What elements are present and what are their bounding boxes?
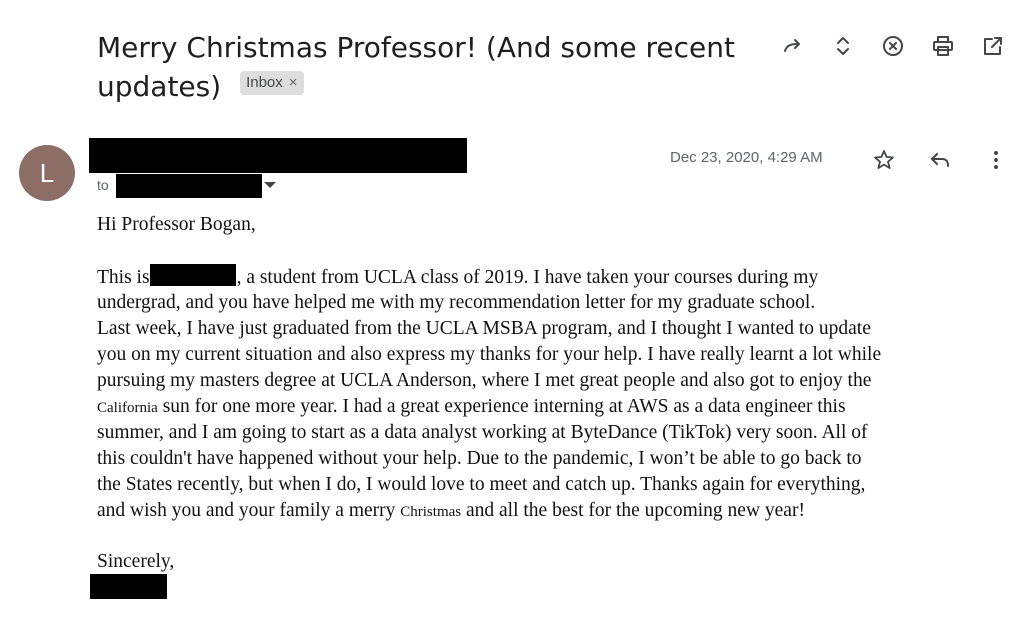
- reply-icon[interactable]: [927, 147, 953, 173]
- body-text-fragment-small: California: [97, 400, 158, 416]
- body-line: you on my current situation and also exp…: [97, 344, 882, 365]
- star-icon[interactable]: [871, 147, 897, 173]
- close-circle-icon[interactable]: [880, 33, 906, 59]
- print-icon[interactable]: [930, 33, 956, 59]
- body-line: undergrad, and you have helped me with m…: [97, 292, 816, 313]
- inbox-label-chip[interactable]: Inbox ×: [240, 71, 304, 95]
- body-text-fragment: and wish you and your family a merry: [97, 500, 401, 521]
- expand-icon[interactable]: [830, 33, 856, 59]
- email-body: This is , a student from UCLA class of 20…: [97, 264, 1007, 524]
- message-actions: [871, 147, 1009, 173]
- thread-toolbar: [780, 33, 1006, 59]
- forward-icon[interactable]: [780, 33, 806, 59]
- body-text-fragment: This is: [97, 267, 150, 288]
- body-line: and wish you and your family a merry Chr…: [97, 498, 1007, 524]
- body-text-fragment: , a student from UCLA class of 2019. I h…: [236, 267, 819, 288]
- recipient-redacted: [116, 174, 262, 198]
- body-line: pursuing my masters degree at UCLA Ander…: [97, 370, 872, 391]
- email-date: Dec 23, 2020, 4:29 AM: [670, 149, 823, 166]
- more-vert-icon[interactable]: [983, 147, 1009, 173]
- remove-label-icon[interactable]: ×: [289, 74, 298, 91]
- body-line: this couldn't have happened without your…: [97, 448, 862, 469]
- sender-name-redacted: [89, 138, 467, 173]
- body-text-fragment: sun for one more year. I had a great exp…: [157, 396, 846, 417]
- sender-avatar[interactable]: L: [19, 145, 75, 201]
- body-line: the States recently, but when I do, I wo…: [97, 474, 866, 495]
- open-new-window-icon[interactable]: [980, 33, 1006, 59]
- body-text-fragment-small: Christmas: [400, 504, 462, 520]
- show-details-icon[interactable]: [264, 182, 276, 188]
- body-line: summer, and I am going to start as a dat…: [97, 422, 868, 443]
- body-line: This is , a student from UCLA class of 20…: [97, 264, 1007, 290]
- subject-text: Merry Christmas Professor! (And some rec…: [97, 31, 735, 103]
- signature-redacted: [90, 574, 167, 599]
- email-subject: Merry Christmas Professor! (And some rec…: [97, 28, 747, 106]
- email-greeting: Hi Professor Bogan,: [97, 214, 256, 235]
- student-name-redacted: [149, 264, 236, 286]
- recipient-label: to: [97, 177, 109, 193]
- body-line: Last week, I have just graduated from th…: [97, 318, 871, 339]
- body-line: California sun for one more year. I had …: [97, 394, 1007, 420]
- inbox-label-text: Inbox: [246, 74, 283, 91]
- email-signoff: Sincerely,: [97, 551, 175, 572]
- body-text-fragment: and all the best for the upcoming new ye…: [461, 500, 805, 521]
